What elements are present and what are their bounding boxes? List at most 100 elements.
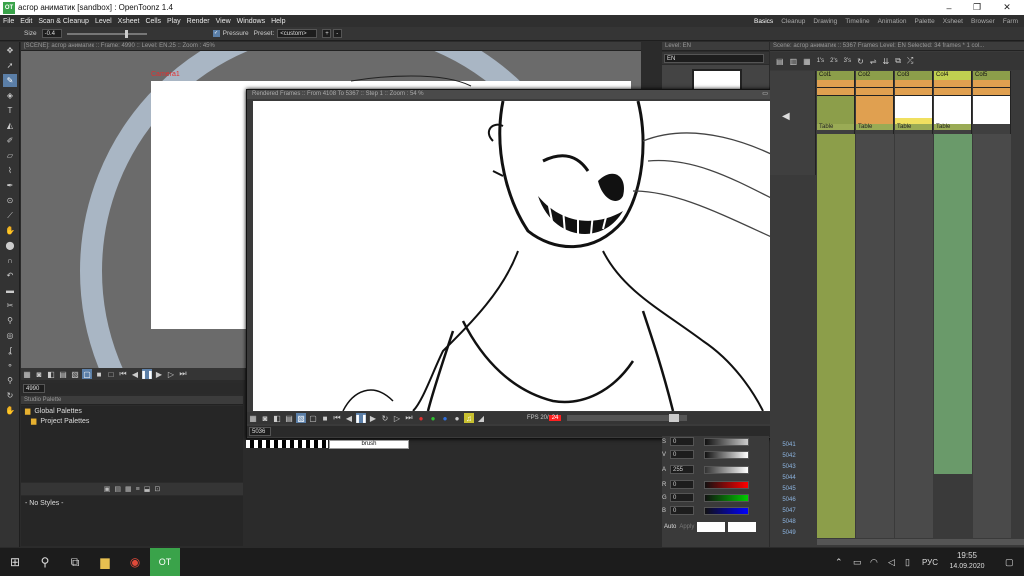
- tray-up-icon[interactable]: ⌃: [835, 557, 843, 568]
- menu-windows[interactable]: Windows: [234, 18, 268, 25]
- task-view-icon[interactable]: ⧉: [60, 548, 90, 576]
- frame-number[interactable]: 5049: [770, 530, 808, 536]
- b-field[interactable]: 0: [670, 506, 694, 515]
- pressure-checkbox[interactable]: ✓: [212, 30, 220, 37]
- menu-level[interactable]: Level: [92, 18, 115, 25]
- render-black-bg-icon[interactable]: ■: [320, 413, 330, 423]
- render-white-bg-icon[interactable]: ▢: [308, 413, 318, 423]
- room-drawing[interactable]: Drawing: [809, 18, 841, 25]
- col3-cells[interactable]: [895, 134, 933, 538]
- frame-number[interactable]: 5043: [770, 464, 808, 470]
- rotate-tool-icon[interactable]: ↻: [3, 389, 17, 402]
- pinch-tool-icon[interactable]: ✋: [3, 224, 17, 237]
- prev-frame-icon[interactable]: ◀: [130, 369, 140, 379]
- room-farm[interactable]: Farm: [999, 18, 1022, 25]
- render-prev-frame-icon[interactable]: ◀: [344, 413, 354, 423]
- play-icon[interactable]: ▶: [154, 369, 164, 379]
- v-field[interactable]: 0: [670, 450, 694, 459]
- col4-pegbar[interactable]: Table: [934, 124, 971, 130]
- col2-name[interactable]: Col2: [856, 71, 893, 80]
- menu-view[interactable]: View: [213, 18, 234, 25]
- col3-name[interactable]: Col3: [895, 71, 932, 80]
- col3-pegbar[interactable]: Table: [895, 124, 932, 130]
- matte-channel-icon[interactable]: ●: [452, 413, 462, 423]
- compare-icon[interactable]: ◧: [46, 369, 56, 379]
- new-vector-level-icon[interactable]: ▤: [776, 57, 784, 66]
- paint-brush-tool-icon[interactable]: ✐: [3, 134, 17, 147]
- swing-icon[interactable]: ⇌: [870, 57, 877, 66]
- s-field[interactable]: 0: [670, 437, 694, 446]
- zoom-tool-icon[interactable]: ⚲: [3, 374, 17, 387]
- palette-save-icon[interactable]: ⬓: [144, 485, 151, 493]
- global-palettes-item[interactable]: ▆ Global Palettes: [21, 406, 243, 416]
- battery-icon[interactable]: ▯: [905, 557, 910, 568]
- level-name-field[interactable]: EN: [664, 53, 764, 63]
- frame-number[interactable]: 5046: [770, 497, 808, 503]
- render-last-frame-icon[interactable]: ⏭: [404, 413, 414, 423]
- histogram-icon[interactable]: ▤: [58, 369, 68, 379]
- search-icon[interactable]: ⚲: [30, 548, 60, 576]
- fps-field[interactable]: 24: [548, 415, 562, 421]
- eraser-tool-icon[interactable]: ▱: [3, 149, 17, 162]
- tracker-tool-icon[interactable]: ◎: [3, 329, 17, 342]
- iron-tool-icon[interactable]: ▬: [3, 284, 17, 297]
- step-1-button[interactable]: 1's: [817, 58, 824, 64]
- col4-name[interactable]: Col4: [934, 71, 971, 80]
- duplicate-icon[interactable]: ⧉: [895, 56, 901, 66]
- style-picker-tool-icon[interactable]: ✒: [3, 179, 17, 192]
- r-slider[interactable]: [704, 480, 749, 489]
- frame-number[interactable]: 5045: [770, 486, 808, 492]
- render-pause-icon[interactable]: ❚❚: [354, 413, 368, 423]
- col5-cells[interactable]: [973, 134, 1011, 538]
- clock-time[interactable]: 19:55: [948, 551, 986, 560]
- frame-number[interactable]: 5047: [770, 508, 808, 514]
- plastic-tool-icon[interactable]: ⚬: [3, 359, 17, 372]
- render-bg-icon[interactable]: ▦: [248, 413, 258, 423]
- wifi-icon[interactable]: ◠: [870, 557, 878, 568]
- white-bg-alt-icon[interactable]: □: [106, 369, 116, 379]
- size-slider-handle[interactable]: [124, 29, 128, 38]
- col1-camstand-toggle[interactable]: [817, 88, 854, 96]
- menu-scan-cleanup[interactable]: Scan & Cleanup: [35, 18, 92, 25]
- first-frame-icon[interactable]: ⏮: [118, 369, 128, 379]
- sound-icon[interactable]: ♫: [464, 413, 474, 423]
- green-channel-icon[interactable]: ●: [428, 413, 438, 423]
- size-slider[interactable]: [66, 29, 147, 38]
- volume-icon[interactable]: ◁: [888, 557, 895, 568]
- new-toonz-level-icon[interactable]: ▥: [790, 57, 798, 66]
- rendered-menu-icon[interactable]: ▭: [762, 90, 768, 99]
- palette-lock-icon[interactable]: ⊡: [154, 485, 160, 493]
- network-icon[interactable]: ▭: [853, 557, 862, 568]
- maximize-icon[interactable]: ❐: [962, 0, 992, 15]
- col5-camstand-toggle[interactable]: [973, 88, 1010, 96]
- reframe-icon[interactable]: ↻: [857, 57, 864, 66]
- render-compare-icon[interactable]: ◧: [272, 413, 282, 423]
- clock-date[interactable]: 14.09.2020: [945, 563, 989, 570]
- menu-help[interactable]: Help: [268, 18, 288, 25]
- red-channel-icon[interactable]: ●: [416, 413, 426, 423]
- close-icon[interactable]: ✕: [992, 0, 1022, 15]
- next-frame-icon[interactable]: ▷: [166, 369, 176, 379]
- viewer-frame-field[interactable]: 4990: [23, 384, 45, 393]
- bender-tool-icon[interactable]: ↶: [3, 269, 17, 282]
- xsheet-cell-area[interactable]: 5041 5042 5043 5044 5045 5046 5047 5048 …: [770, 134, 1024, 538]
- col2-cells[interactable]: [856, 134, 894, 538]
- col3-camstand-toggle[interactable]: [895, 88, 932, 96]
- col1-pegbar[interactable]: Table: [817, 124, 854, 130]
- col1-name[interactable]: Col1: [817, 71, 854, 80]
- col2-camstand-toggle[interactable]: [856, 88, 893, 96]
- new-raster-level-icon[interactable]: ▦: [803, 57, 811, 66]
- a-slider[interactable]: [704, 465, 749, 474]
- tape-tool-icon[interactable]: ⌇: [3, 164, 17, 177]
- selection-tool-icon[interactable]: ➚: [3, 59, 17, 72]
- animate-tool-icon[interactable]: ✥: [3, 44, 17, 57]
- auto-button[interactable]: Auto: [664, 524, 676, 530]
- control-point-tool-icon[interactable]: ⟋: [3, 209, 17, 222]
- pump-tool-icon[interactable]: ⬤: [3, 239, 17, 252]
- type-tool-icon[interactable]: T: [3, 104, 17, 117]
- palette-grid-icon[interactable]: ▦: [125, 485, 132, 493]
- palette-list-icon[interactable]: ≡: [136, 486, 140, 493]
- chrome-icon[interactable]: ◉: [120, 548, 150, 576]
- b-slider[interactable]: [704, 506, 749, 515]
- pause-icon[interactable]: ❚❚: [140, 369, 154, 379]
